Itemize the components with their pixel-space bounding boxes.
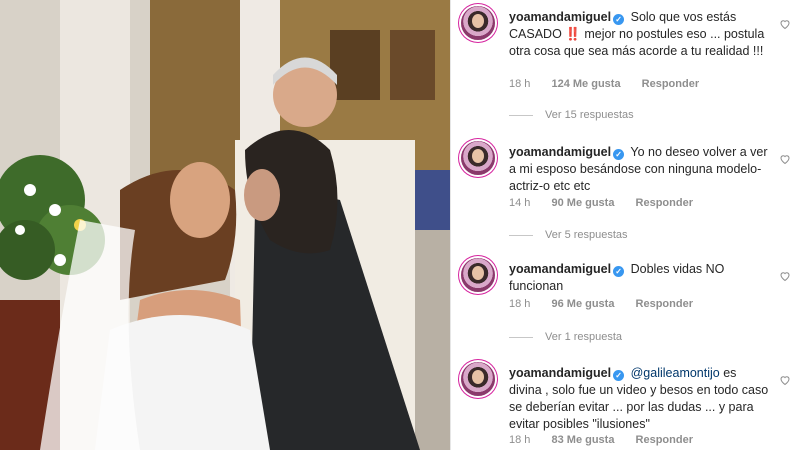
heart-icon[interactable] [779,374,791,386]
verified-badge-icon: ✓ [613,370,625,381]
reply-button[interactable]: Responder [642,78,699,90]
comment-text: yoamandamiguel ✓ @galileamontijo es divin… [509,366,769,431]
comment-text: yoamandamiguel ✓ Dobles vidas NO funciona… [509,262,725,293]
comment-meta: 18 h 124 Me gusta Responder [509,78,717,90]
likes-count[interactable]: 96 Me gusta [551,298,614,310]
comment-time: 14 h [509,197,531,209]
reply-button[interactable]: Responder [636,197,693,209]
reply-button[interactable]: Responder [636,298,693,310]
verified-badge-icon: ✓ [613,149,625,160]
reply-button[interactable]: Responder [636,434,693,446]
double-exclamation-icon: ‼️ [565,27,581,41]
heart-icon[interactable] [779,153,791,165]
comment-time: 18 h [509,434,531,446]
divider [509,114,533,116]
username[interactable]: yoamandamiguel [509,262,611,276]
avatar[interactable] [461,258,495,292]
divider [509,336,533,338]
likes-count[interactable]: 83 Me gusta [551,434,614,446]
comment-time: 18 h [509,298,531,310]
avatar[interactable] [461,141,495,175]
wedding-photo-illustration [0,0,450,450]
comments-panel: yoamandamiguel ✓ Solo que vos estás CASAD… [450,0,800,450]
comment-text: yoamandamiguel ✓ Solo que vos estás CASAD… [509,10,765,58]
username[interactable]: yoamandamiguel [509,366,611,380]
divider [509,234,533,236]
comment-meta: 14 h 90 Me gusta Responder [509,197,711,209]
comment-meta: 18 h 96 Me gusta Responder [509,298,711,310]
comment-text: yoamandamiguel ✓ Yo no deseo volver a ver… [509,145,768,193]
heart-icon[interactable] [779,270,791,282]
heart-icon[interactable] [779,18,791,30]
username[interactable]: yoamandamiguel [509,10,611,24]
view-replies-button[interactable]: Ver 1 respuesta [509,331,622,343]
avatar[interactable] [461,362,495,396]
view-replies-button[interactable]: Ver 5 respuestas [509,229,628,241]
comment-meta: 18 h 83 Me gusta Responder [509,434,711,446]
likes-count[interactable]: 124 Me gusta [551,78,620,90]
view-replies-button[interactable]: Ver 15 respuestas [509,109,634,121]
wedding-photo [0,0,450,450]
verified-badge-icon: ✓ [613,14,625,25]
mention-link[interactable]: @galileamontijo [631,366,720,380]
likes-count[interactable]: 90 Me gusta [551,197,614,209]
username[interactable]: yoamandamiguel [509,145,611,159]
verified-badge-icon: ✓ [613,266,625,277]
comment-time: 18 h [509,78,531,90]
avatar[interactable] [461,6,495,40]
